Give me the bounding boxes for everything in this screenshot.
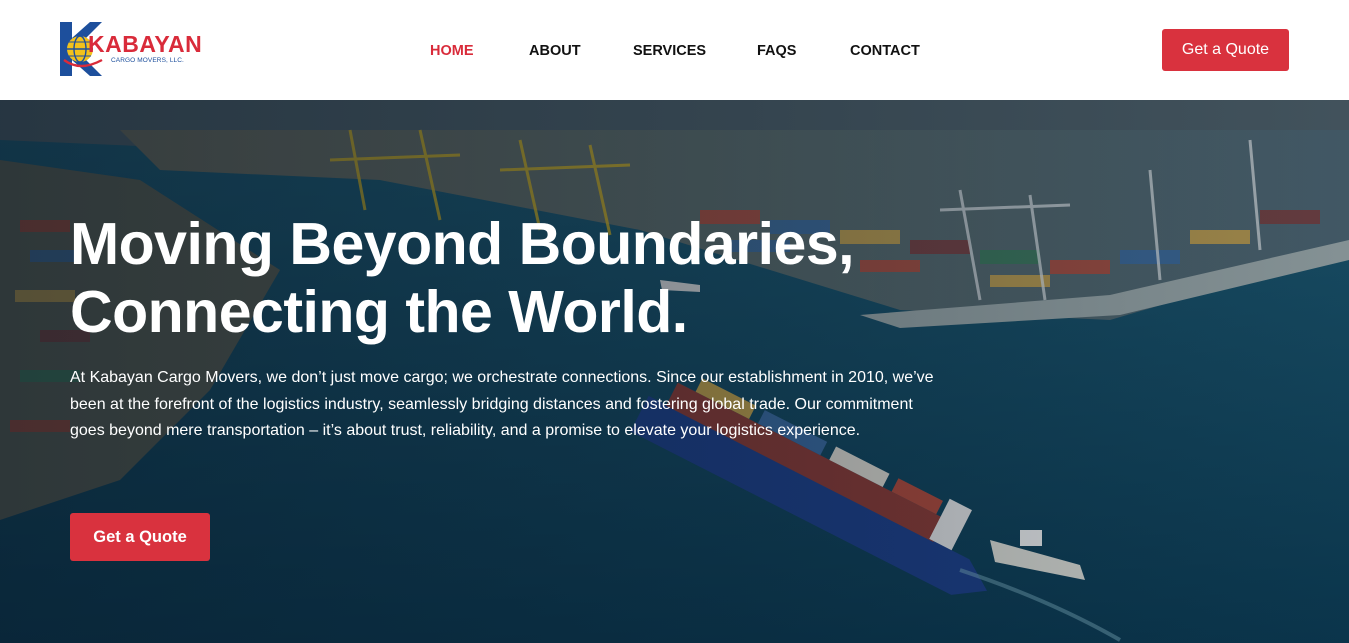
nav-item-home[interactable]: HOME: [430, 40, 474, 62]
hero-heading-line-2: Connecting the World.: [70, 279, 688, 345]
brand-logo[interactable]: KABAYAN CARGO MOVERS, LLC.: [58, 20, 202, 80]
nav-item-contact[interactable]: CONTACT: [850, 40, 920, 62]
brand-name: KABAYAN: [88, 31, 203, 57]
nav-item-faqs[interactable]: FAQS: [757, 40, 796, 62]
hero-heading-line-1: Moving Beyond Boundaries,: [70, 211, 855, 277]
hero-heading: Moving Beyond Boundaries, Connecting the…: [70, 210, 970, 346]
brand-tagline: CARGO MOVERS, LLC.: [111, 57, 184, 64]
hero-section: Moving Beyond Boundaries, Connecting the…: [0, 100, 1349, 643]
site-header: KABAYAN CARGO MOVERS, LLC. HOME ABOUT SE…: [0, 0, 1349, 100]
hero-description: At Kabayan Cargo Movers, we don’t just m…: [70, 369, 934, 439]
header-get-quote-button[interactable]: Get a Quote: [1162, 29, 1289, 71]
nav-item-services[interactable]: SERVICES: [633, 40, 706, 62]
nav-item-about[interactable]: ABOUT: [529, 40, 581, 62]
hero-get-quote-button[interactable]: Get a Quote: [70, 513, 210, 561]
